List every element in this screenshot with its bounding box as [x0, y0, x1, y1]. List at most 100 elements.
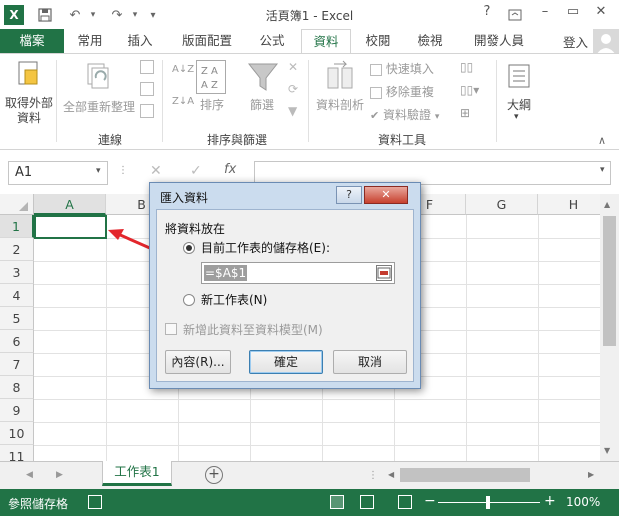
gridline — [34, 445, 600, 446]
connections-icon[interactable] — [140, 60, 154, 74]
cancel-entry-icon[interactable]: ✕ — [150, 163, 162, 179]
row-header[interactable]: 6 — [0, 330, 34, 353]
page-break-view-icon[interactable] — [398, 495, 412, 509]
row-header[interactable]: 7 — [0, 353, 34, 376]
minimize-button[interactable]: – — [534, 4, 556, 26]
tab-splitter-icon[interactable]: ⋮ — [368, 470, 378, 481]
gridline — [34, 422, 600, 423]
row-header[interactable]: 1 — [0, 215, 34, 238]
enter-entry-icon[interactable]: ✓ — [190, 163, 202, 179]
text-to-columns-button[interactable]: 資料剖析 — [312, 58, 368, 128]
insert-function-icon[interactable]: fx — [224, 162, 236, 177]
sheet-prev-icon[interactable]: ◀ — [26, 470, 33, 480]
add-to-model-checkbox[interactable] — [165, 323, 177, 335]
zoom-slider-thumb[interactable] — [486, 496, 490, 509]
row-header[interactable]: 9 — [0, 399, 34, 422]
collapse-ribbon-icon[interactable]: ∧ — [598, 134, 606, 147]
sort-az-icon[interactable]: A↓Z — [172, 64, 194, 75]
data-validation-button[interactable]: ✔ 資料驗證 ▾ — [370, 106, 460, 122]
dialog-body: 將資料放在 目前工作表的儲存格(E): =$A$1 新工作表(N) 新增此資料至… — [156, 209, 414, 382]
zoom-out-button[interactable]: − — [424, 493, 436, 509]
row-header[interactable]: 11 — [0, 445, 34, 461]
sheet-tab-bar: ◀ ▶ 工作表1 + ⋮ ◀ ▶ — [0, 461, 619, 489]
relationships-icon[interactable]: ⊞ — [460, 106, 470, 120]
column-header[interactable]: G — [466, 194, 538, 215]
page-layout-view-icon[interactable] — [360, 495, 374, 509]
help-button[interactable]: ? — [476, 4, 498, 26]
data-validation-icon: ✔ — [370, 109, 380, 122]
group-sort-filter-label: 排序與篩選 — [206, 133, 267, 147]
status-mode: 參照儲存格 — [8, 497, 69, 511]
expand-formula-icon[interactable]: ▾ — [600, 165, 605, 175]
properties-button[interactable]: 內容(R)... — [165, 350, 231, 374]
ribbon-display-button[interactable] — [504, 4, 526, 26]
row-header[interactable]: 2 — [0, 238, 34, 261]
select-all-corner[interactable] — [0, 194, 34, 215]
scroll-thumb[interactable] — [603, 216, 616, 346]
close-button[interactable]: ✕ — [590, 4, 612, 26]
active-cell-a1[interactable] — [34, 215, 107, 239]
sign-in-link[interactable]: 登入 — [563, 32, 588, 51]
what-if-icon[interactable]: ▯▯▾ — [460, 83, 479, 97]
row-header[interactable]: 3 — [0, 261, 34, 284]
consolidate-icon[interactable]: ▯▯ — [460, 60, 473, 74]
range-select-icon[interactable] — [376, 265, 392, 281]
new-sheet-label[interactable]: 新工作表(N) — [201, 291, 267, 308]
normal-view-icon[interactable] — [330, 495, 344, 509]
existing-sheet-radio[interactable] — [183, 242, 195, 254]
scroll-right-icon[interactable]: ▶ — [588, 470, 594, 479]
ok-button[interactable]: 確定 — [249, 350, 323, 374]
range-input[interactable]: =$A$1 — [201, 262, 395, 284]
more-options-icon[interactable]: ⋮ — [118, 165, 128, 176]
cancel-button[interactable]: 取消 — [333, 350, 407, 374]
properties-icon[interactable] — [140, 82, 154, 96]
column-header[interactable]: H — [538, 194, 600, 215]
horizontal-scroll-thumb[interactable] — [400, 468, 530, 482]
tab-insert[interactable]: 插入 — [118, 29, 162, 53]
zoom-level[interactable]: 100% — [566, 495, 600, 509]
avatar[interactable] — [593, 29, 619, 55]
row-header[interactable]: 10 — [0, 422, 34, 445]
filter-icon[interactable] — [246, 60, 280, 94]
name-box-dropdown-icon[interactable]: ▾ — [96, 166, 101, 176]
flash-fill-button[interactable]: 快速填入 — [370, 60, 444, 76]
sheet-tab-active[interactable]: 工作表1 — [102, 461, 172, 486]
macro-record-icon[interactable] — [88, 495, 102, 509]
sheet-next-icon[interactable]: ▶ — [56, 470, 63, 480]
tab-formulas[interactable]: 公式 — [250, 29, 294, 53]
scroll-down-icon[interactable]: ▼ — [604, 446, 610, 455]
tab-home[interactable]: 常用 — [68, 29, 112, 53]
existing-sheet-label[interactable]: 目前工作表的儲存格(E): — [201, 239, 330, 256]
tab-view[interactable]: 檢視 — [408, 29, 452, 53]
column-header[interactable]: A — [34, 194, 106, 215]
reapply-icon[interactable]: ⟳ — [288, 82, 302, 96]
scroll-left-icon[interactable]: ◀ — [388, 470, 394, 479]
refresh-all-button[interactable]: 全部重新整理 — [62, 56, 136, 128]
remove-duplicates-button[interactable]: 移除重複 — [370, 83, 444, 99]
row-header[interactable]: 4 — [0, 284, 34, 307]
scroll-up-icon[interactable]: ▲ — [604, 200, 610, 209]
zoom-in-button[interactable]: + — [544, 493, 556, 509]
row-header[interactable]: 8 — [0, 376, 34, 399]
dialog-close-button[interactable]: ✕ — [364, 186, 408, 204]
tab-file[interactable]: 檔案 — [0, 29, 64, 53]
tab-review[interactable]: 校閱 — [356, 29, 400, 53]
get-external-data-button[interactable]: 取得外部 資料 — [5, 56, 53, 128]
vertical-scrollbar[interactable]: ▲ ▼ — [600, 194, 619, 461]
tab-data[interactable]: 資料 — [301, 29, 351, 54]
clear-filter-icon[interactable]: ✕ — [288, 60, 302, 74]
name-box[interactable]: A1 — [8, 161, 108, 185]
sort-za-icon[interactable]: Z↓A — [172, 96, 194, 107]
sort-icon[interactable]: Z A A Z — [196, 60, 226, 94]
dialog-help-button[interactable]: ? — [336, 186, 362, 204]
restore-button[interactable]: ▭ — [562, 4, 584, 26]
advanced-filter-icon[interactable]: ▼ — [288, 104, 302, 118]
range-input-value: =$A$1 — [204, 265, 248, 281]
new-sheet-radio[interactable] — [183, 294, 195, 306]
outline-button[interactable]: 大綱 ▾ — [500, 58, 538, 128]
tab-developer[interactable]: 開發人員 — [464, 29, 534, 53]
row-header[interactable]: 5 — [0, 307, 34, 330]
edit-links-icon[interactable] — [140, 104, 154, 118]
add-sheet-button[interactable]: + — [205, 466, 223, 484]
tab-page-layout[interactable]: 版面配置 — [172, 29, 242, 53]
